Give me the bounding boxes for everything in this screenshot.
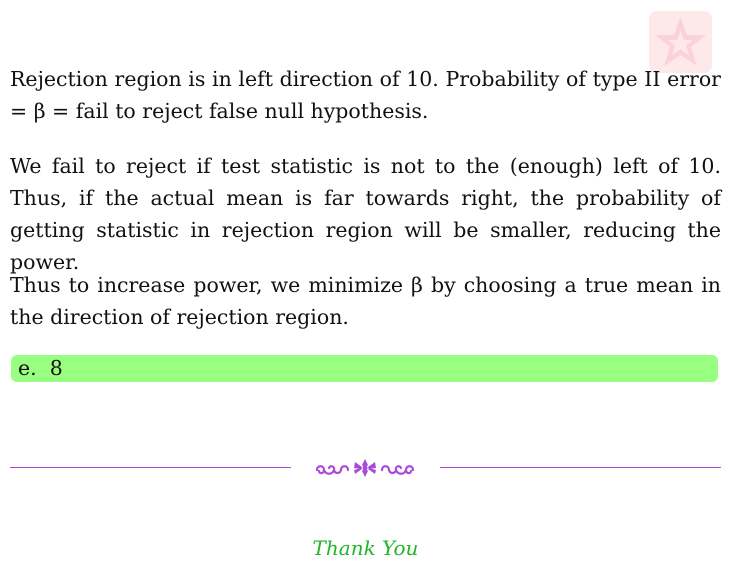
divider-left <box>10 467 291 468</box>
answer-label: e. <box>18 356 37 380</box>
answer-highlight-box: e. 8 <box>11 355 718 382</box>
divider-right <box>440 467 721 468</box>
answer-value: 8 <box>49 356 63 380</box>
paragraph-fail-to-reject: We fail to reject if test statistic is n… <box>10 154 721 274</box>
floral-ornament-icon <box>315 459 415 477</box>
paragraph-rejection-region: Rejection region is in left direction of… <box>10 67 721 123</box>
paragraph-increase-power: Thus to increase power, we minimize β by… <box>10 273 721 329</box>
closing-text: Thank You <box>312 536 419 560</box>
